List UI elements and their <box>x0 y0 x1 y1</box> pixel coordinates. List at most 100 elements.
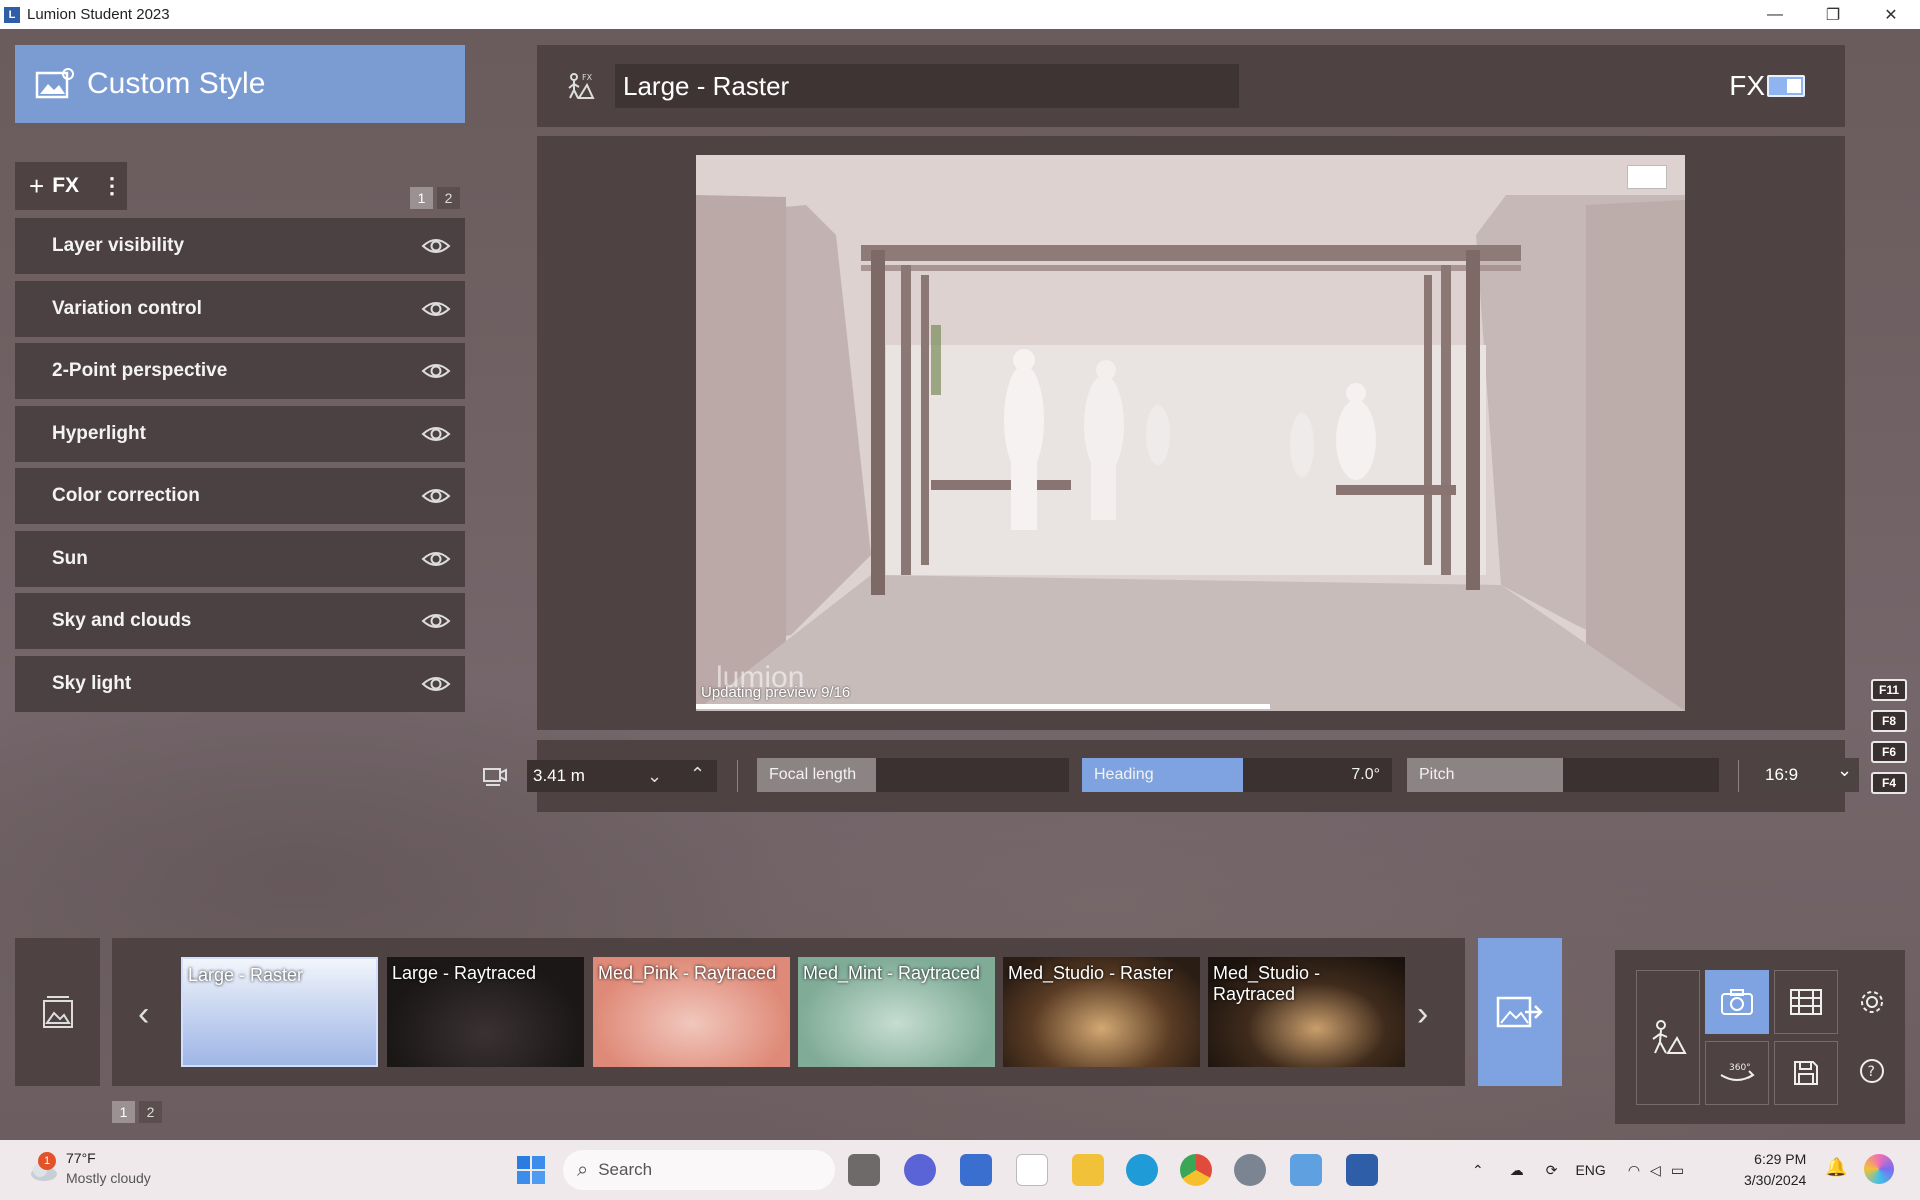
weather-widget[interactable]: 1 77°F Mostly cloudy <box>28 1148 151 1188</box>
camera-height-value: 3.41 m <box>533 766 585 785</box>
camera-height-field[interactable]: 3.41 m ⌄ ⌃ <box>527 760 717 792</box>
style-thumbnail-med-studio-raytraced[interactable]: Med_Studio - Raytraced <box>1208 957 1405 1067</box>
divider <box>1738 760 1739 792</box>
style-thumbnail-large-raster[interactable]: Large - Raster <box>181 957 378 1067</box>
chevron-left-icon[interactable]: ‹ <box>138 995 149 1034</box>
f6-key[interactable]: F6 <box>1871 741 1907 763</box>
lumion-taskbar-icon[interactable] <box>1346 1154 1378 1186</box>
fx-item-hyperlight[interactable]: Hyperlight <box>15 405 465 462</box>
photo-mode-button[interactable] <box>1705 970 1769 1034</box>
taskbar-search[interactable]: ⌕ Search <box>563 1150 835 1190</box>
clock-date: 3/30/2024 <box>1744 1172 1807 1188</box>
wifi-icon[interactable]: ◠ <box>1628 1162 1640 1179</box>
task-view-icon[interactable] <box>848 1154 880 1186</box>
style-name-input[interactable]: Large - Raster <box>615 64 1239 108</box>
language-indicator[interactable]: ENG <box>1575 1162 1605 1178</box>
store-icon[interactable] <box>960 1154 992 1186</box>
chevron-right-icon[interactable]: › <box>1417 995 1428 1034</box>
fx-person-icon: FX <box>568 73 595 99</box>
close-button[interactable]: ✕ <box>1862 0 1920 29</box>
360-icon: 360° <box>1720 1063 1755 1081</box>
fx-item-color-correction[interactable]: Color correction <box>15 468 465 524</box>
fx-page-tab-1[interactable]: 1 <box>410 187 433 209</box>
fx-item-2-point-perspective[interactable]: 2-Point perspective <box>15 343 465 399</box>
eye-icon[interactable] <box>421 423 451 445</box>
save-file-button[interactable] <box>1774 1041 1838 1105</box>
save-style-button[interactable] <box>1478 938 1562 1086</box>
fx-item-layer-visibility[interactable]: Layer visibility <box>15 218 465 274</box>
fx-page-tab-2[interactable]: 2 <box>437 187 460 209</box>
gear-icon <box>1861 991 1883 1013</box>
focal-length-slider[interactable]: Focal length <box>757 758 1069 792</box>
edge-icon[interactable] <box>1126 1154 1158 1186</box>
fx-item-sky-light[interactable]: Sky light <box>15 655 465 712</box>
f4-key[interactable]: F4 <box>1871 772 1907 794</box>
panorama-mode-button[interactable]: 360° <box>1705 1041 1769 1105</box>
aspect-ratio-select[interactable]: 16:9 ⌄ <box>1759 758 1859 792</box>
style-thumbnail-large-raytraced[interactable]: Large - Raytraced <box>387 957 584 1067</box>
pitch-slider[interactable]: Pitch <box>1407 758 1719 792</box>
chevron-down-icon[interactable]: ⌄ <box>647 766 662 787</box>
movie-mode-button[interactable] <box>1774 970 1838 1034</box>
chat-icon[interactable] <box>904 1154 936 1186</box>
fx-toggle[interactable] <box>1767 75 1805 97</box>
fx-item-sky-and-clouds[interactable]: Sky and clouds <box>15 593 465 649</box>
volume-icon[interactable]: ◁ <box>1650 1162 1661 1179</box>
custom-style-icon <box>35 68 74 99</box>
battery-icon[interactable]: ▭ <box>1671 1162 1684 1179</box>
windows-start-icon[interactable] <box>516 1155 546 1185</box>
more-options-icon[interactable]: ⋮ <box>101 173 123 199</box>
eye-icon[interactable] <box>421 485 451 507</box>
help-button[interactable]: ? <box>1852 1051 1892 1091</box>
eye-icon[interactable] <box>421 298 451 320</box>
slider-value: 7.0° <box>1351 766 1380 783</box>
eye-icon[interactable] <box>421 610 451 632</box>
restore-button[interactable]: ❐ <box>1804 0 1862 29</box>
preview-thumbnail-toggle[interactable] <box>1627 165 1667 189</box>
chevron-up-icon[interactable]: ⌃ <box>690 764 705 785</box>
style-page-tab-2[interactable]: 2 <box>139 1101 162 1123</box>
eye-icon[interactable] <box>421 548 451 570</box>
thumbnail-label: Med_Pink - Raytraced <box>598 963 777 983</box>
eye-icon[interactable] <box>421 673 451 695</box>
eye-icon[interactable] <box>421 235 451 257</box>
heading-slider[interactable]: Heading 7.0° <box>1082 758 1392 792</box>
fx-item-variation-control[interactable]: Variation control <box>15 280 465 337</box>
onedrive-icon[interactable]: ☁ <box>1510 1162 1524 1179</box>
build-mode-button[interactable] <box>1636 970 1700 1105</box>
style-page-tab-1[interactable]: 1 <box>112 1101 135 1123</box>
eye-icon[interactable] <box>421 360 451 382</box>
chrome-icon[interactable] <box>1180 1154 1212 1186</box>
sync-icon[interactable]: ⟳ <box>1546 1162 1558 1179</box>
fx-item-label: Sky light <box>52 672 132 694</box>
plus-icon: + <box>29 170 45 201</box>
fx-item-label: Color correction <box>52 485 200 506</box>
chevron-up-icon[interactable]: ⌃ <box>1472 1162 1484 1179</box>
minimize-button[interactable]: — <box>1746 0 1804 29</box>
thumbnail-label: Med_Studio - Raytraced <box>1213 963 1321 1004</box>
preview-viewport[interactable]: lumion Updating preview 9/16 <box>696 155 1685 711</box>
style-library-button[interactable] <box>15 938 100 1086</box>
taskbar-clock[interactable]: 6:29 PM 3/30/2024 <box>1744 1149 1806 1191</box>
search-placeholder: Search <box>598 1160 653 1179</box>
svg-text:360°: 360° <box>1729 1063 1751 1073</box>
style-thumbnail-med-pink-raytraced[interactable]: Med_Pink - Raytraced <box>593 957 790 1067</box>
fx-item-sun[interactable]: Sun <box>15 530 465 587</box>
file-explorer-icon[interactable] <box>1072 1154 1104 1186</box>
style-thumbnail-med-mint-raytraced[interactable]: Med_Mint - Raytraced <box>798 957 995 1067</box>
aspect-ratio-value: 16:9 <box>1765 765 1799 784</box>
notification-bell-icon[interactable]: 🔔 <box>1825 1157 1847 1178</box>
f8-key[interactable]: F8 <box>1871 710 1907 732</box>
style-thumbnail-med-studio-raster[interactable]: Med_Studio - Raster <box>1003 957 1200 1067</box>
slider-label: Pitch <box>1419 766 1455 783</box>
copilot-icon[interactable] <box>1864 1154 1894 1184</box>
custom-style-header: Custom Style <box>15 45 465 123</box>
cloud-icon: 1 <box>28 1152 60 1182</box>
sketchup-icon[interactable] <box>1234 1154 1266 1186</box>
settings-button[interactable] <box>1852 982 1892 1022</box>
f11-key[interactable]: F11 <box>1871 679 1907 701</box>
notepad-icon[interactable] <box>1016 1154 1048 1186</box>
add-fx-button[interactable]: + FX ⋮ <box>15 162 127 210</box>
fx-item-label: Variation control <box>52 297 202 319</box>
photos-icon[interactable] <box>1290 1154 1322 1186</box>
